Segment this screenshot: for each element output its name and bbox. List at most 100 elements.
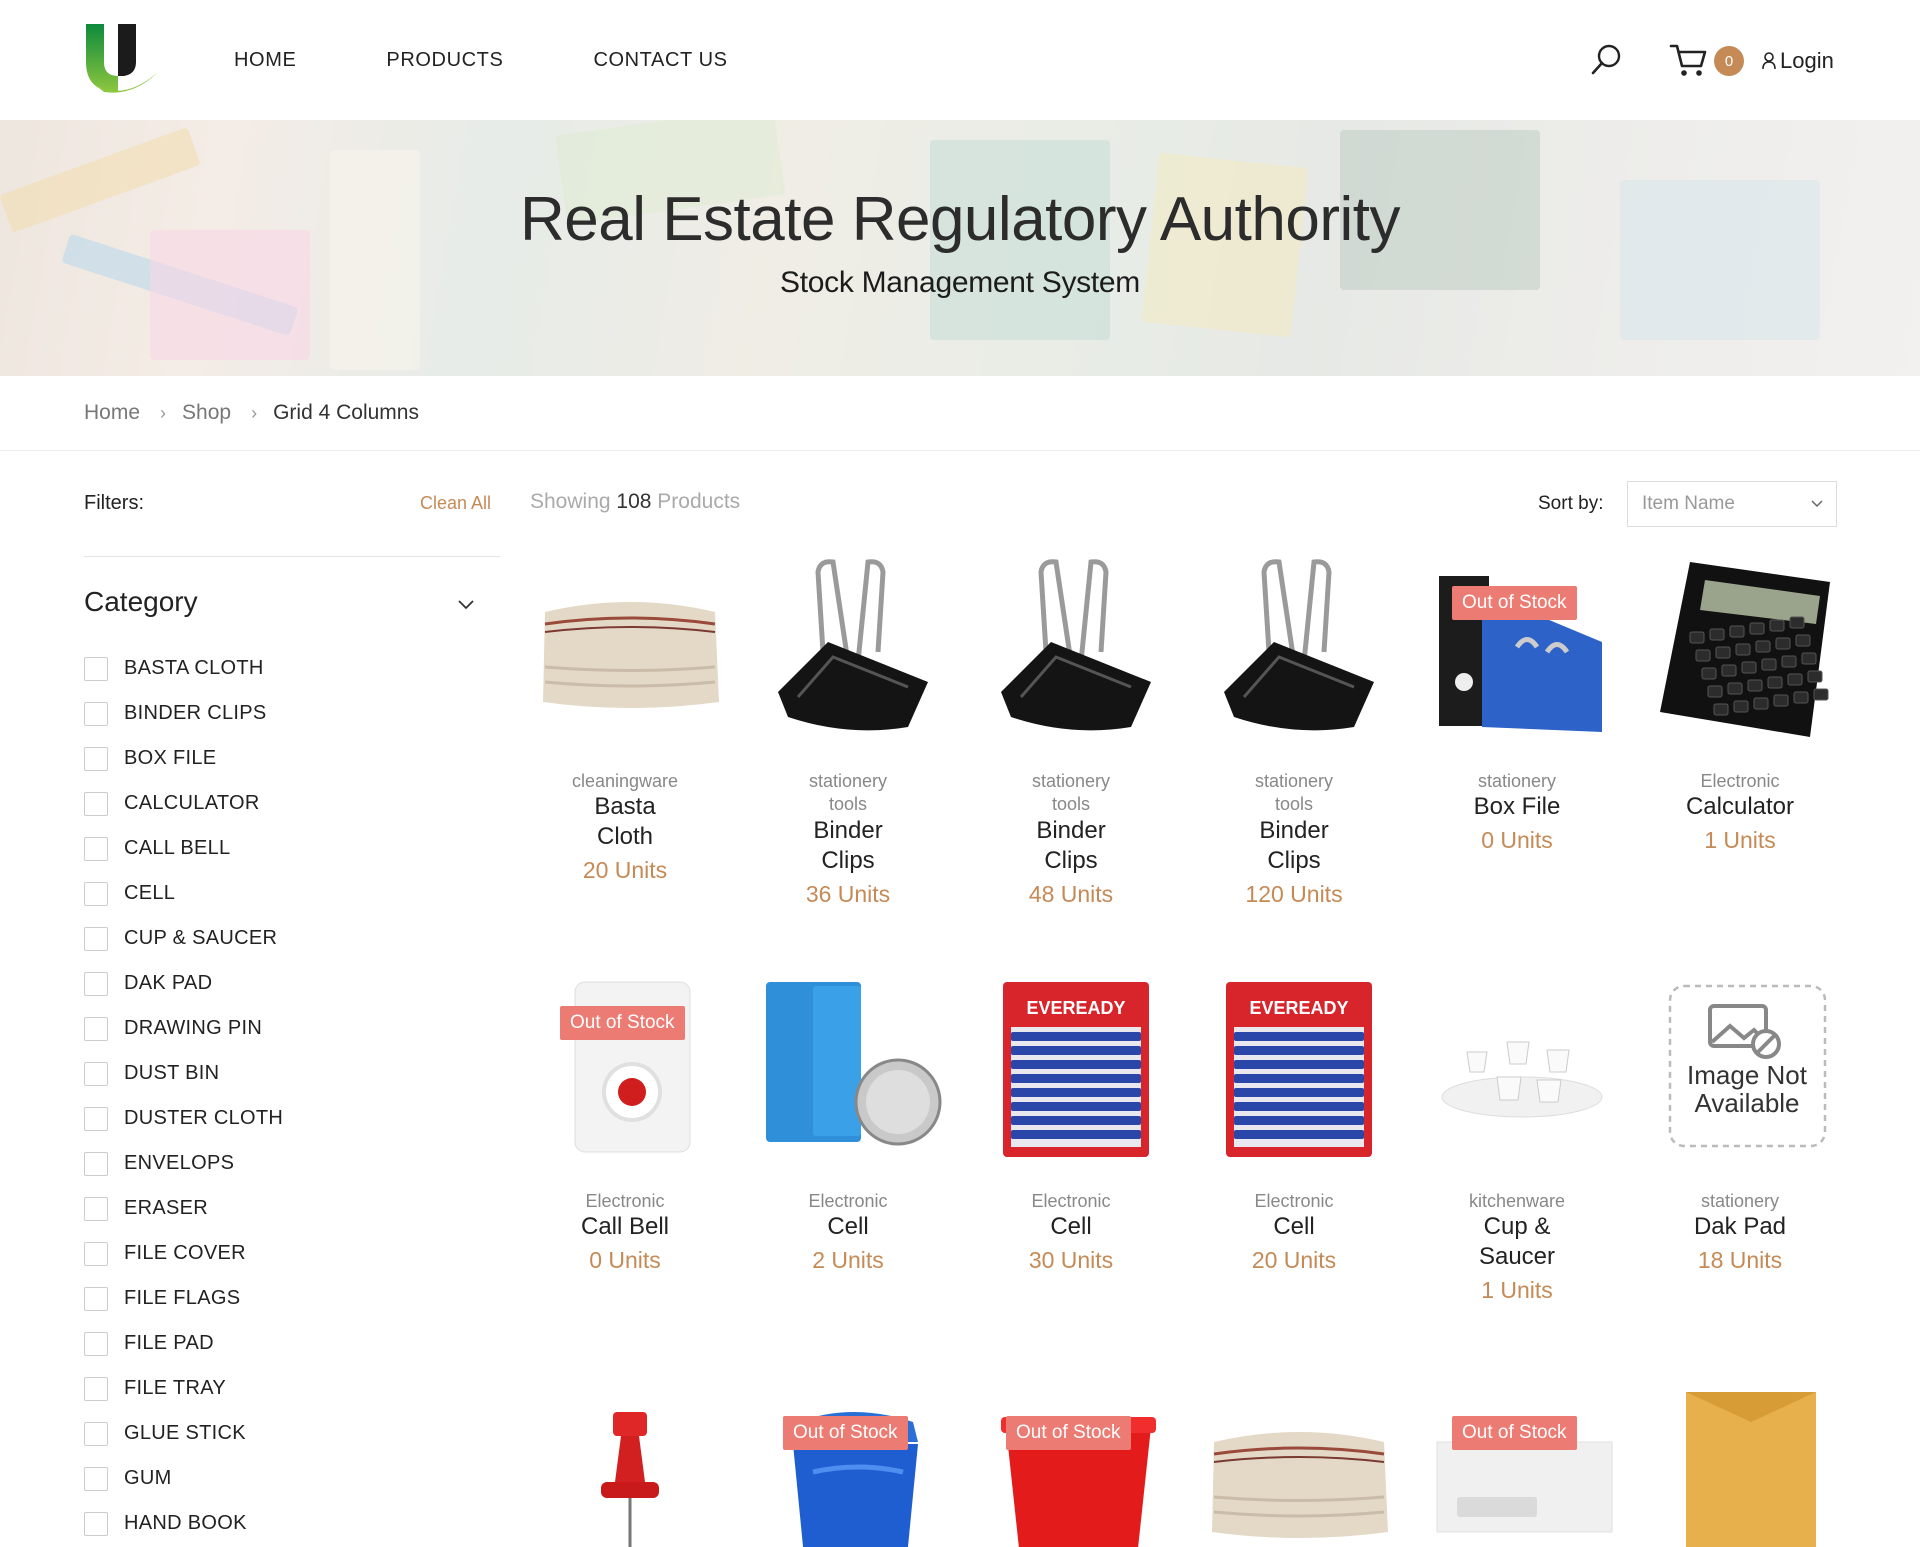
category-filter-item[interactable]: HAND BOOK bbox=[84, 1501, 283, 1546]
category-checkbox[interactable] bbox=[84, 1286, 108, 1311]
product-name[interactable]: Binder Clips bbox=[966, 816, 1176, 876]
category-label: BOX FILE bbox=[124, 747, 217, 769]
brand-logo-icon[interactable] bbox=[84, 22, 160, 94]
category-checkbox[interactable] bbox=[84, 1151, 108, 1176]
showing-count: Showing 108 Products bbox=[530, 490, 741, 513]
category-checkbox[interactable] bbox=[84, 926, 108, 951]
product-image[interactable] bbox=[1427, 1382, 1617, 1547]
nav-home[interactable]: HOME bbox=[234, 49, 296, 72]
category-filter-item[interactable]: FILE PAD bbox=[84, 1321, 283, 1366]
category-filter-item[interactable]: BINDER CLIPS bbox=[84, 691, 283, 736]
category-checkbox[interactable] bbox=[84, 1511, 108, 1536]
cart-icon[interactable] bbox=[1669, 42, 1707, 78]
category-checkbox[interactable] bbox=[84, 701, 108, 726]
category-title[interactable]: Category bbox=[84, 586, 198, 618]
category-filter-item[interactable]: GUM bbox=[84, 1456, 283, 1501]
product-category: cleaningware bbox=[571, 771, 679, 791]
chevron-right-icon: › bbox=[160, 402, 167, 423]
category-filter-item[interactable]: FILE TRAY bbox=[84, 1366, 283, 1411]
hero-subtitle: Stock Management System bbox=[780, 266, 1140, 299]
product-image[interactable] bbox=[981, 552, 1171, 742]
category-label: CUP & SAUCER bbox=[124, 927, 278, 949]
product-name[interactable]: Dak Pad bbox=[1635, 1212, 1845, 1242]
category-checkbox[interactable] bbox=[84, 1241, 108, 1266]
product-image[interactable] bbox=[535, 1382, 725, 1547]
chevron-down-icon[interactable] bbox=[454, 592, 478, 616]
category-filter-item[interactable]: FILE COVER bbox=[84, 1231, 283, 1276]
product-image[interactable] bbox=[758, 972, 948, 1162]
category-checkbox[interactable] bbox=[84, 1016, 108, 1041]
category-checkbox[interactable] bbox=[84, 1196, 108, 1221]
search-icon[interactable] bbox=[1590, 42, 1624, 76]
product-name[interactable]: Calculator bbox=[1635, 792, 1845, 822]
category-filter-item[interactable]: CALCULATOR bbox=[84, 781, 283, 826]
svg-text:EVEREADY: EVEREADY bbox=[1249, 998, 1348, 1018]
category-checkbox[interactable] bbox=[84, 1061, 108, 1086]
product-image[interactable] bbox=[1650, 1382, 1840, 1547]
product-image[interactable] bbox=[758, 1382, 948, 1547]
category-filter-item[interactable]: DAK PAD bbox=[84, 961, 283, 1006]
breadcrumb-shop[interactable]: Shop bbox=[182, 401, 231, 425]
no-image-line2: Available bbox=[1694, 1088, 1799, 1118]
user-icon bbox=[1762, 52, 1776, 70]
category-filter-item[interactable]: FILE FLAGS bbox=[84, 1276, 283, 1321]
product-image[interactable] bbox=[535, 972, 725, 1162]
category-label: FILE PAD bbox=[124, 1332, 214, 1354]
category-filter-item[interactable]: DUSTER CLOTH bbox=[84, 1096, 283, 1141]
product-image[interactable]: Image Not Available bbox=[1650, 972, 1840, 1162]
out-of-stock-badge: Out of Stock bbox=[1452, 586, 1577, 620]
product-image[interactable] bbox=[758, 552, 948, 742]
product-image[interactable] bbox=[1427, 552, 1617, 742]
category-filter-item[interactable]: BASTA CLOTH bbox=[84, 646, 283, 691]
product-name[interactable]: Cell bbox=[966, 1212, 1176, 1242]
category-filter-item[interactable]: CUP & SAUCER bbox=[84, 916, 283, 961]
nav-products[interactable]: PRODUCTS bbox=[386, 49, 503, 72]
product-image[interactable] bbox=[1204, 552, 1394, 742]
category-checkbox[interactable] bbox=[84, 1331, 108, 1356]
category-checkbox[interactable] bbox=[84, 791, 108, 816]
login-link[interactable]: Login bbox=[1762, 46, 1834, 76]
product-image[interactable] bbox=[1204, 1382, 1394, 1547]
category-filter-item[interactable]: ERASER bbox=[84, 1186, 283, 1231]
product-name[interactable]: Binder Clips bbox=[1189, 816, 1399, 876]
breadcrumb-home[interactable]: Home bbox=[84, 401, 140, 425]
category-filter-item[interactable]: DUST BIN bbox=[84, 1051, 283, 1096]
clean-all-link[interactable]: Clean All bbox=[420, 493, 491, 514]
category-label: ERASER bbox=[124, 1197, 209, 1219]
category-checkbox[interactable] bbox=[84, 1376, 108, 1401]
product-name[interactable]: Box File bbox=[1412, 792, 1622, 822]
category-filter-item[interactable]: BOX FILE bbox=[84, 736, 283, 781]
category-filter-item[interactable]: DRAWING PIN bbox=[84, 1006, 283, 1051]
category-checkbox[interactable] bbox=[84, 1466, 108, 1491]
product-name[interactable]: Binder Clips bbox=[743, 816, 953, 876]
category-checkbox[interactable] bbox=[84, 1106, 108, 1131]
nav-contact[interactable]: CONTACT US bbox=[593, 49, 727, 72]
product-name[interactable]: Call Bell bbox=[520, 1212, 730, 1242]
product-image[interactable] bbox=[535, 552, 725, 742]
category-filter-item[interactable]: ENVELOPS bbox=[84, 1141, 283, 1186]
main-nav: HOME PRODUCTS CONTACT US bbox=[234, 0, 818, 120]
category-label: GUM bbox=[124, 1467, 172, 1489]
category-filter-item[interactable]: GLUE STICK bbox=[84, 1411, 283, 1456]
product-name[interactable]: Cell bbox=[1189, 1212, 1399, 1242]
category-filter-item[interactable]: CALL BELL bbox=[84, 826, 283, 871]
product-units: 120 Units bbox=[1245, 881, 1343, 907]
product-units: 18 Units bbox=[1697, 1247, 1783, 1273]
product-image[interactable]: EVEREADY bbox=[1204, 972, 1394, 1162]
category-checkbox[interactable] bbox=[84, 881, 108, 906]
category-filter-item[interactable]: CELL bbox=[84, 871, 283, 916]
category-checkbox[interactable] bbox=[84, 656, 108, 681]
product-name[interactable]: Cell bbox=[743, 1212, 953, 1242]
product-image[interactable] bbox=[1427, 972, 1617, 1162]
product-name[interactable]: Basta Cloth bbox=[520, 792, 730, 852]
category-checkbox[interactable] bbox=[84, 836, 108, 861]
product-image[interactable] bbox=[1650, 552, 1840, 742]
category-label: DAK PAD bbox=[124, 972, 213, 994]
product-name[interactable]: Cup & Saucer bbox=[1412, 1212, 1622, 1272]
product-image[interactable] bbox=[981, 1382, 1171, 1547]
sort-select[interactable]: Item Name bbox=[1627, 481, 1837, 527]
category-checkbox[interactable] bbox=[84, 746, 108, 771]
product-image[interactable]: EVEREADY bbox=[981, 972, 1171, 1162]
category-checkbox[interactable] bbox=[84, 971, 108, 996]
category-checkbox[interactable] bbox=[84, 1421, 108, 1446]
